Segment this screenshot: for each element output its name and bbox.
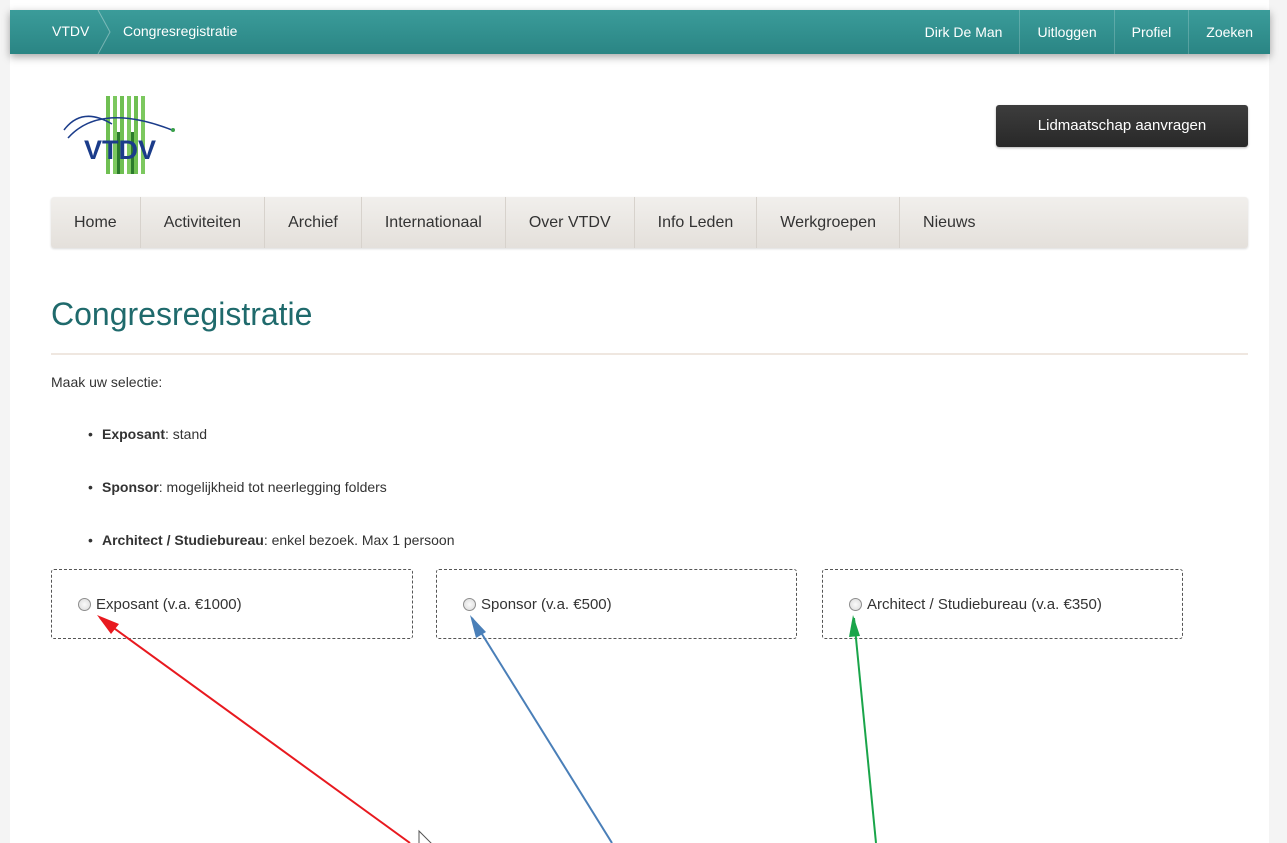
bullet-term: Architect / Studiebureau [102,532,264,548]
nav-item-over-vtdv[interactable]: Over VTDV [506,197,635,248]
breadcrumb-separator-icon [97,10,111,54]
mouse-cursor-icon [418,829,432,843]
left-frame [0,0,10,843]
intro-text: Maak uw selectie: [51,374,163,390]
exposant-radio[interactable] [78,598,91,611]
vtdv-logo[interactable]: VTDV [60,92,182,176]
profile-link[interactable]: Profiel [1113,10,1189,54]
nav-item-home[interactable]: Home [51,197,141,248]
search-link[interactable]: Zoeken [1188,10,1270,54]
bullet-desc: : enkel bezoek. Max 1 persoon [263,532,455,548]
bullet-term: Exposant [102,426,166,442]
red-arrow [99,617,411,843]
option-description-list: • Exposant: stand • Sponsor: mogelijkheid … [88,426,788,585]
bullet-term: Sponsor [102,479,159,495]
list-item: • Sponsor: mogelijkheid tot neerlegging f… [88,479,387,495]
title-divider [51,353,1248,355]
sponsor-label: Sponsor (v.a. €500) [481,596,612,613]
top-bar: VTDV Congresregistratie Dirk De Man Uitl… [10,10,1270,54]
nav-item-archief[interactable]: Archief [265,197,362,248]
page-title: Congresregistratie [51,296,313,332]
right-frame [1269,0,1287,843]
nav-item-internationaal[interactable]: Internationaal [362,197,506,248]
logout-link[interactable]: Uitloggen [1019,10,1113,54]
breadcrumb-current: Congresregistratie [123,23,238,39]
exposant-label: Exposant (v.a. €1000) [96,596,242,613]
top-nav: Dirk De Man Uitloggen Profiel Zoeken [908,10,1270,54]
green-arrow [853,617,877,843]
blue-arrow [471,617,613,843]
nav-item-info-leden[interactable]: Info Leden [635,197,758,248]
user-name-link[interactable]: Dirk De Man [908,10,1020,54]
architect-label: Architect / Studiebureau (v.a. €350) [867,596,1102,613]
nav-item-activiteiten[interactable]: Activiteiten [141,197,266,248]
option-exposant[interactable]: Exposant (v.a. €1000) [51,569,413,639]
architect-radio[interactable] [849,598,862,611]
option-architect[interactable]: Architect / Studiebureau (v.a. €350) [822,569,1183,639]
nav-item-werkgroepen[interactable]: Werkgroepen [757,197,901,248]
nav-item-nieuws[interactable]: Nieuws [900,197,998,248]
sponsor-radio[interactable] [463,598,476,611]
svg-text:VTDV: VTDV [84,135,156,165]
main-nav: Home Activiteiten Archief Internationaal… [51,197,1248,248]
list-item: • Exposant: stand [88,426,208,442]
bullet-desc: : mogelijkheid tot neerlegging folders [158,479,387,495]
bullet-desc: : stand [165,426,208,442]
breadcrumb-home-link[interactable]: VTDV [52,23,89,39]
membership-request-button[interactable]: Lidmaatschap aanvragen [996,105,1248,147]
option-sponsor[interactable]: Sponsor (v.a. €500) [436,569,797,639]
